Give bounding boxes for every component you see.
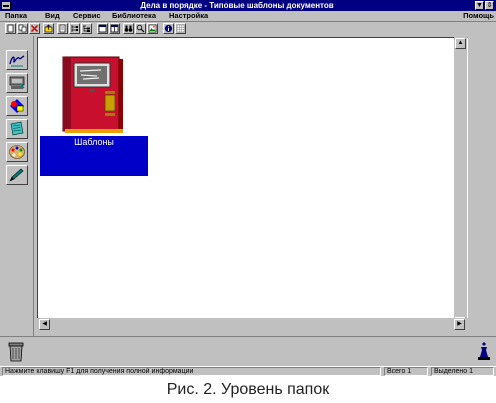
folder-item[interactable]: Шаблоны — [39, 38, 148, 176]
app-window: Дела в порядке - Типовые шаблоны докумен… — [0, 0, 496, 376]
minimize-button[interactable]: ▼ — [475, 1, 484, 10]
page-icon[interactable] — [57, 23, 68, 34]
info-icon[interactable] — [163, 23, 174, 34]
delete-icon[interactable] — [29, 23, 40, 34]
window-split-icon[interactable] — [109, 23, 120, 34]
search-icon[interactable] — [135, 23, 146, 34]
menu-bar: Папка Вид Сервис Библиотека Настройка По… — [0, 11, 496, 21]
window-title: Дела в порядке - Типовые шаблоны докумен… — [140, 1, 334, 10]
chess-piece-icon[interactable] — [476, 341, 492, 361]
folder-label: Шаблоны — [40, 136, 148, 176]
scroll-up-button[interactable]: ▲ — [455, 38, 466, 49]
grid-icon[interactable] — [175, 23, 186, 34]
tree-alt-icon[interactable] — [81, 23, 92, 34]
horizontal-scrollbar[interactable]: ◀ ▶ — [37, 318, 468, 331]
tree-icon[interactable] — [69, 23, 80, 34]
left-toolbar — [2, 36, 34, 336]
image-icon[interactable] — [147, 23, 158, 34]
status-selected: Выделено 1 — [431, 367, 494, 376]
scroll-left-button[interactable]: ◀ — [39, 319, 50, 330]
restore-button[interactable]: ⇕ — [485, 1, 494, 10]
title-bar: Дела в порядке - Типовые шаблоны докумен… — [0, 0, 496, 11]
binder-icon — [62, 56, 123, 133]
menu-view[interactable]: Вид — [45, 11, 60, 21]
trash-icon[interactable] — [6, 340, 26, 362]
menu-folder[interactable]: Папка — [5, 11, 27, 21]
palette-icon[interactable] — [6, 142, 28, 162]
desk-icon[interactable] — [6, 73, 28, 93]
status-bar: Нажмите клавишу F1 для получения полной … — [0, 366, 496, 376]
menu-service[interactable]: Сервис — [73, 11, 101, 21]
new-doc-icon[interactable] — [5, 23, 16, 34]
menu-help[interactable]: Помощь — [463, 11, 494, 21]
menu-settings[interactable]: Настройка — [169, 11, 208, 21]
figure-caption: Рис. 2. Уровень папок — [0, 376, 496, 403]
scroll-right-button[interactable]: ▶ — [454, 319, 465, 330]
copy-doc-icon[interactable] — [17, 23, 28, 34]
folder-up-icon[interactable] — [43, 23, 54, 34]
pen-icon[interactable] — [6, 165, 28, 185]
binoculars-icon[interactable] — [123, 23, 134, 34]
shapes-icon[interactable] — [6, 96, 28, 116]
bottom-toolbar — [0, 336, 496, 366]
notebook-icon[interactable] — [6, 119, 28, 139]
folder-view[interactable]: Шаблоны — [37, 37, 468, 331]
signature-icon[interactable] — [6, 50, 28, 70]
window-icon[interactable] — [97, 23, 108, 34]
status-total: Всего 1 — [384, 367, 428, 376]
toolbar — [0, 21, 496, 34]
vertical-scrollbar[interactable]: ▲ ▼ — [454, 37, 467, 331]
menu-library[interactable]: Библиотека — [112, 11, 156, 21]
status-hint: Нажмите клавишу F1 для получения полной … — [2, 367, 381, 376]
